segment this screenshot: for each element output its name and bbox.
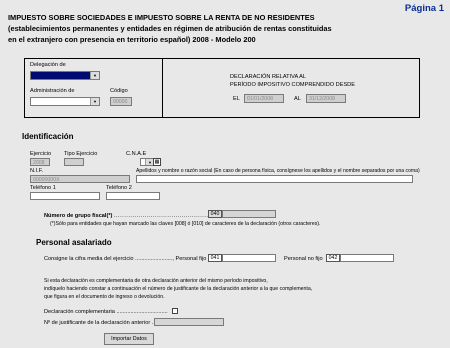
personal-no-fijo-field[interactable] xyxy=(340,254,394,262)
telefono2-field[interactable] xyxy=(106,192,160,200)
grupo-fiscal-note: (*)Sólo para entidades que hayan marcado… xyxy=(50,221,321,227)
period-box xyxy=(162,58,420,118)
grupo-fiscal-code: 040 xyxy=(208,210,222,218)
delegacion-label: Delegación de xyxy=(30,62,66,68)
grupo-fiscal-field[interactable] xyxy=(222,210,276,218)
personal-no-fijo-label: Personal no fijo xyxy=(284,256,323,262)
codigo-label: Código xyxy=(110,88,128,94)
telefono2-label: Teléfono 2 xyxy=(106,185,132,191)
al-label: AL xyxy=(294,96,301,102)
complementaria-line-2: indíquelo haciendo constar a continuació… xyxy=(44,286,313,292)
cnae-label: C.N.A.E xyxy=(126,151,147,157)
form-title: IMPUESTO SOBRE SOCIEDADES E IMPUESTO SOB… xyxy=(8,12,408,45)
delegacion-select[interactable]: ▼ xyxy=(30,71,100,80)
identificacion-title: Identificación xyxy=(22,132,74,141)
personal-no-fijo-code: 042 xyxy=(326,254,340,262)
declaracion-line-1: DECLARACIÓN RELATIVA AL xyxy=(230,74,306,80)
ejercicio-label: Ejercicio xyxy=(30,151,52,157)
consigne-label: Consigne la cifra media del ejercicio ..… xyxy=(44,256,207,262)
personal-fijo-field[interactable] xyxy=(222,254,276,262)
justificante-label: Nº de justificante de la declaración ant… xyxy=(44,320,169,326)
import-data-button[interactable]: Importar Datos xyxy=(104,333,154,345)
grupo-fiscal-text: Número de grupo fiscal(*) xyxy=(44,213,113,219)
period-end-field: 31/12/2008 xyxy=(306,94,346,103)
complementaria-line-3: que figura en el documento de ingreso o … xyxy=(44,294,165,300)
tipo-ejercicio-field xyxy=(64,158,84,166)
declaracion-complementaria-label: Declaración complementaria .............… xyxy=(44,309,168,315)
justificante-text: Nº de justificante de la declaración ant… xyxy=(44,320,151,326)
codigo-field: 00000 xyxy=(110,97,132,106)
ejercicio-field: 2008 xyxy=(30,158,50,166)
form-title-line-2: (establecimientos permanentes y entidade… xyxy=(8,24,332,33)
complementaria-line-1: Si esta declaración es complementaria de… xyxy=(44,278,268,284)
telefono1-field[interactable] xyxy=(30,192,100,200)
nif-label: N.I.F. xyxy=(30,168,44,174)
el-label: EL xyxy=(233,96,240,102)
administracion-select[interactable]: ▼ xyxy=(30,97,100,106)
form-title-line-3: en el extranjero con presencia en territ… xyxy=(8,35,256,44)
administracion-label: Administración de xyxy=(30,88,75,94)
personal-title: Personal asalariado xyxy=(36,238,112,247)
nombre-label: Apellidos y nombre o razón social (En ca… xyxy=(136,168,420,174)
chevron-down-icon[interactable]: ▼ xyxy=(90,72,99,79)
nif-field: 00000000X xyxy=(30,175,130,183)
page-number: Página 1 xyxy=(404,3,444,14)
declaracion-line-2: PERÍODO IMPOSITIVO COMPRENDIDO DESDE xyxy=(230,82,355,88)
nombre-field[interactable] xyxy=(136,175,413,183)
justificante-field[interactable] xyxy=(154,318,224,326)
declaracion-complementaria-text: Declaración complementaria xyxy=(44,309,115,315)
form-title-line-1: IMPUESTO SOBRE SOCIEDADES E IMPUESTO SOB… xyxy=(8,13,315,22)
calendar-icon[interactable]: ▦ xyxy=(153,158,161,166)
declaracion-complementaria-checkbox[interactable] xyxy=(172,308,178,314)
personal-fijo-code: 041 xyxy=(208,254,222,262)
consigne-text: Consigne la cifra media del ejercicio xyxy=(44,256,134,262)
telefono1-label: Teléfono 1 xyxy=(30,185,56,191)
period-start-field: 01/01/2008 xyxy=(244,94,284,103)
chevron-down-icon[interactable]: ▼ xyxy=(90,98,99,105)
tipo-ejercicio-label: Tipo Ejercicio xyxy=(64,151,98,157)
personal-fijo-label: Personal fijo xyxy=(175,256,207,262)
